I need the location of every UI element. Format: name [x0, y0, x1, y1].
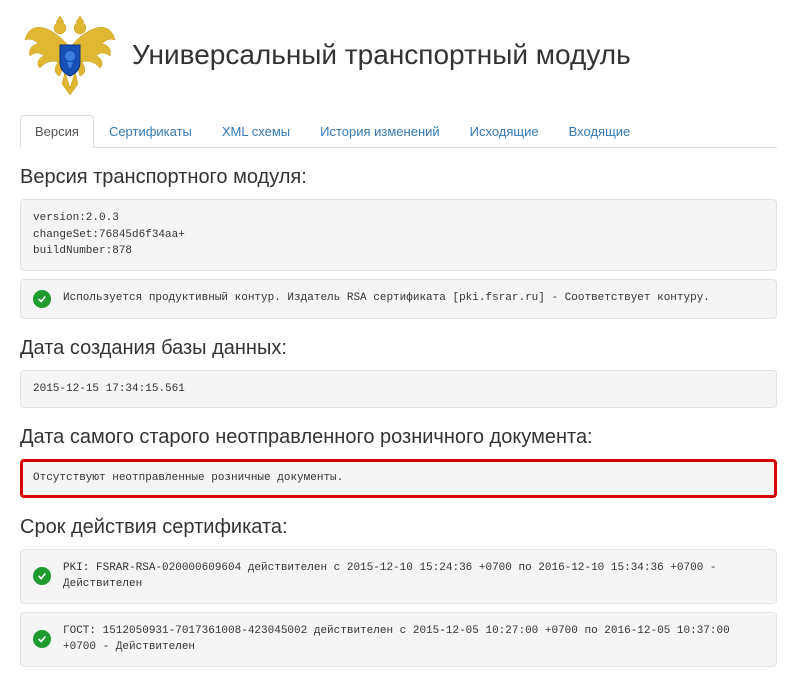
page-title: Универсальный транспортный модуль	[132, 39, 631, 71]
tab-history[interactable]: История изменений	[305, 115, 455, 148]
oldest-doc-block: Отсутствуют неотправленные розничные док…	[20, 459, 777, 498]
version-info-text: version:2.0.3 changeSet:76845d6f34aa+ bu…	[33, 210, 764, 260]
check-icon	[33, 290, 51, 308]
section-version-title: Версия транспортного модуля:	[20, 166, 777, 189]
version-info-block: version:2.0.3 changeSet:76845d6f34aa+ bu…	[20, 199, 777, 271]
db-date-value: 2015-12-15 17:34:15.561	[33, 383, 185, 395]
tab-bar: Версия Сертификаты XML схемы История изм…	[20, 115, 777, 148]
contour-status: Используется продуктивный контур. Издате…	[20, 279, 777, 319]
check-icon	[33, 567, 51, 585]
tab-certificates[interactable]: Сертификаты	[94, 115, 207, 148]
tab-outgoing[interactable]: Исходящие	[455, 115, 554, 148]
cert-pki-text: PKI: FSRAR-RSA-020000609604 действителен…	[63, 560, 764, 593]
oldest-doc-value: Отсутствуют неотправленные розничные док…	[33, 472, 343, 484]
emblem-logo	[20, 10, 120, 100]
tab-incoming[interactable]: Входящие	[554, 115, 646, 148]
contour-status-text: Используется продуктивный контур. Издате…	[63, 290, 710, 307]
tab-version[interactable]: Версия	[20, 115, 94, 148]
section-oldest-doc-title: Дата самого старого неотправленного розн…	[20, 426, 777, 449]
tab-xml-schemas[interactable]: XML схемы	[207, 115, 305, 148]
cert-gost-text: ГОСТ: 1512050931-7017361008-423045002 де…	[63, 623, 764, 656]
db-date-block: 2015-12-15 17:34:15.561	[20, 370, 777, 409]
section-cert-title: Срок действия сертификата:	[20, 516, 777, 539]
check-icon	[33, 630, 51, 648]
cert-gost-block: ГОСТ: 1512050931-7017361008-423045002 де…	[20, 612, 777, 667]
cert-pki-block: PKI: FSRAR-RSA-020000609604 действителен…	[20, 549, 777, 604]
section-db-date-title: Дата создания базы данных:	[20, 337, 777, 360]
header: Универсальный транспортный модуль	[20, 10, 777, 100]
